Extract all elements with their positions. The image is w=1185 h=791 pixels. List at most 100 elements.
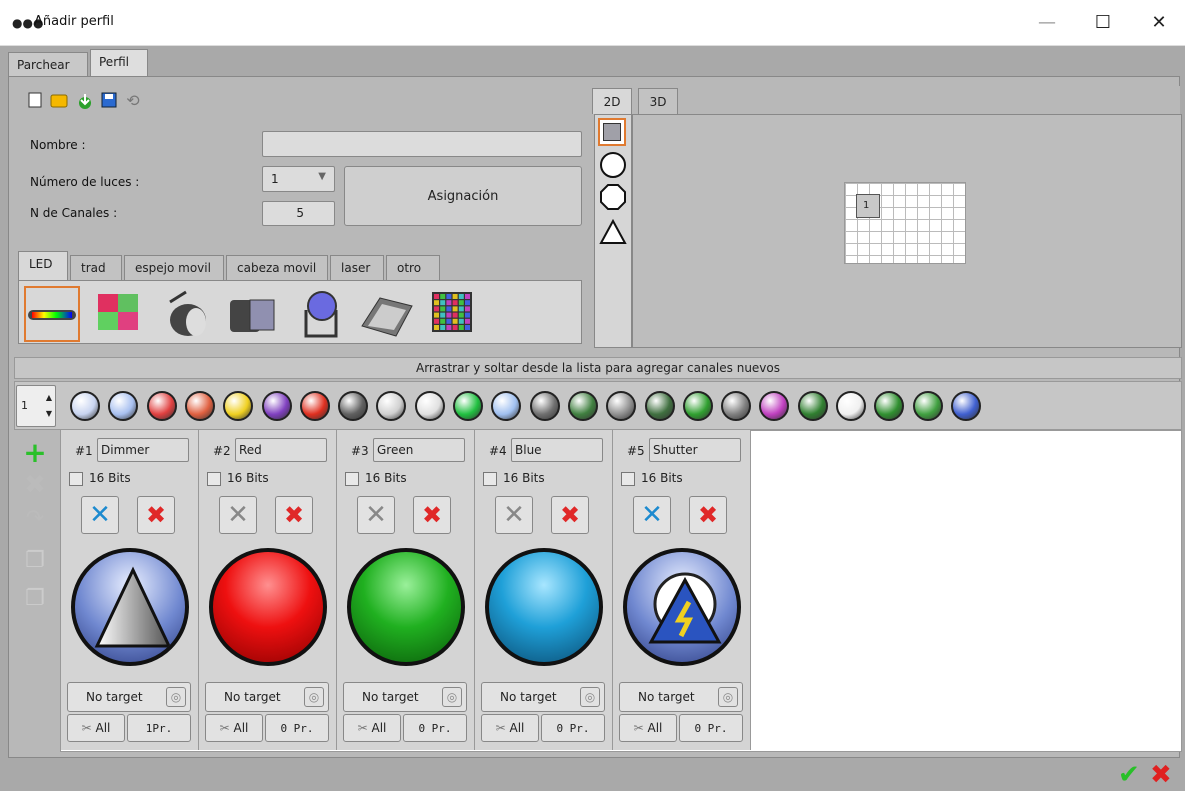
name-input[interactable] xyxy=(262,131,582,157)
intensity-icon[interactable] xyxy=(70,391,100,421)
presets-button[interactable]: 0 Pr. xyxy=(541,714,605,742)
gobo-wheel-icon[interactable] xyxy=(606,391,637,421)
presets-button[interactable]: 1Pr. xyxy=(127,714,191,742)
channel-settings-button[interactable]: ✕ xyxy=(81,496,119,534)
16-bits-checkbox[interactable] xyxy=(483,472,497,486)
channel-delete-button[interactable]: ✖ xyxy=(413,496,451,534)
gobo-icon[interactable] xyxy=(529,391,560,421)
channel-name-input[interactable]: Red xyxy=(235,438,327,462)
iris-icon[interactable] xyxy=(414,391,445,421)
tab-perfil[interactable]: Perfil xyxy=(90,49,148,76)
color-mix-icon[interactable] xyxy=(453,391,483,421)
lights-select[interactable]: 1 ▼ xyxy=(262,166,335,192)
channel-name-input[interactable]: Blue xyxy=(511,438,603,462)
frost-icon[interactable] xyxy=(682,391,713,421)
minimize-button[interactable]: — xyxy=(1024,8,1070,38)
apply-all-button[interactable]: ✂ All xyxy=(481,714,539,742)
cancel-button[interactable]: ✖ xyxy=(1150,760,1172,790)
light-spinner[interactable]: 1 ▲ ▼ xyxy=(16,385,56,427)
cmy-icon[interactable] xyxy=(223,391,254,421)
color-temp-icon[interactable] xyxy=(299,391,330,421)
assign-button[interactable]: Asignación xyxy=(344,166,582,226)
16-bits-checkbox[interactable] xyxy=(345,472,359,486)
paste-icon[interactable]: ❐ xyxy=(22,586,48,612)
apply-all-button[interactable]: ✂ All xyxy=(205,714,263,742)
download-icon[interactable] xyxy=(76,92,94,110)
led-matrix-icon[interactable] xyxy=(428,286,484,342)
close-button[interactable]: ✕ xyxy=(1136,8,1182,38)
led-wash-panel-icon[interactable] xyxy=(356,286,413,342)
channel-name-input[interactable]: Dimmer xyxy=(97,438,189,462)
tab-parchear[interactable]: Parchear xyxy=(8,52,88,76)
target-field[interactable]: No target ◎ xyxy=(343,682,467,712)
save-icon[interactable] xyxy=(100,92,118,110)
channel-type-icon[interactable] xyxy=(209,548,327,666)
channel-type-icon[interactable] xyxy=(71,548,189,666)
presets-button[interactable]: 0 Pr. xyxy=(265,714,329,742)
tab-espejo-movil[interactable]: espejo movil xyxy=(124,255,224,280)
target-field[interactable]: No target ◎ xyxy=(67,682,191,712)
tab-cabeza-movil[interactable]: cabeza movil xyxy=(226,255,328,280)
hash-icon[interactable] xyxy=(912,391,943,421)
channel-name-input[interactable]: Green xyxy=(373,438,465,462)
channel-delete-button[interactable]: ✖ xyxy=(551,496,589,534)
flood-light-icon[interactable] xyxy=(224,286,280,342)
channel-name-input[interactable]: Shutter xyxy=(649,438,741,462)
led-bar-icon[interactable] xyxy=(24,286,80,342)
rgb-icon[interactable] xyxy=(146,391,177,421)
channel-type-icon[interactable] xyxy=(347,548,465,666)
octagon-shape-icon[interactable] xyxy=(599,183,627,211)
channels-count-field[interactable]: 5 xyxy=(262,201,335,226)
target-field[interactable]: No target ◎ xyxy=(619,682,743,712)
triangle-shape-icon[interactable] xyxy=(599,218,627,246)
presets-button[interactable]: 0 Pr. xyxy=(679,714,743,742)
tab-3d[interactable]: 3D xyxy=(638,88,678,114)
open-folder-icon[interactable] xyxy=(50,92,68,110)
gobo-rotate-icon[interactable] xyxy=(567,391,598,421)
copy-icon[interactable]: ❐ xyxy=(22,548,48,574)
help-icon[interactable] xyxy=(950,391,981,421)
16-bits-checkbox[interactable] xyxy=(621,472,635,486)
tab-laser[interactable]: laser xyxy=(330,255,384,280)
remove-channel-icon[interactable]: ✖ xyxy=(22,472,48,498)
channel-settings-button[interactable]: ✕ xyxy=(495,496,533,534)
16-bits-checkbox[interactable] xyxy=(69,472,83,486)
undo-icon[interactable]: ↷ xyxy=(22,506,48,532)
prism-icon[interactable] xyxy=(644,391,675,421)
maximize-button[interactable]: ☐ xyxy=(1080,8,1126,38)
effect-icon[interactable] xyxy=(721,391,752,421)
par-can-icon[interactable] xyxy=(156,286,212,342)
confirm-button[interactable]: ✔ xyxy=(1118,760,1140,790)
square-shape-icon[interactable] xyxy=(598,118,626,146)
color-wheel-icon[interactable] xyxy=(261,391,292,421)
channel-settings-button[interactable]: ✕ xyxy=(219,496,257,534)
channel-delete-button[interactable]: ✖ xyxy=(275,496,313,534)
channel-delete-button[interactable]: ✖ xyxy=(689,496,727,534)
tab-2d[interactable]: 2D xyxy=(592,88,632,114)
channel-type-icon[interactable] xyxy=(623,548,741,666)
apply-all-button[interactable]: ✂ All xyxy=(343,714,401,742)
channel-delete-button[interactable]: ✖ xyxy=(137,496,175,534)
refresh-icon[interactable]: ⟲ xyxy=(124,92,142,110)
light-cell[interactable]: 1 xyxy=(856,194,880,218)
channel-type-icon[interactable] xyxy=(485,548,603,666)
rgbw-icon[interactable] xyxy=(184,391,215,421)
led-panel-icon[interactable] xyxy=(94,286,150,342)
channel-settings-button[interactable]: ✕ xyxy=(357,496,395,534)
speed-icon[interactable] xyxy=(338,391,369,421)
channel-settings-button[interactable]: ✕ xyxy=(633,496,671,534)
moving-head-icon[interactable] xyxy=(296,286,352,342)
target-field[interactable]: No target ◎ xyxy=(205,682,329,712)
apply-all-button[interactable]: ✂ All xyxy=(619,714,677,742)
target-field[interactable]: No target ◎ xyxy=(481,682,605,712)
tab-otro[interactable]: otro xyxy=(386,255,440,280)
tab-trad[interactable]: trad xyxy=(70,255,122,280)
add-channel-icon[interactable]: + xyxy=(22,439,48,467)
rotation-icon[interactable] xyxy=(797,391,828,421)
apply-all-button[interactable]: ✂ All xyxy=(67,714,125,742)
presets-button[interactable]: 0 Pr. xyxy=(403,714,467,742)
new-file-icon[interactable] xyxy=(26,92,44,110)
pie-icon[interactable] xyxy=(836,391,866,421)
circle-shape-icon[interactable] xyxy=(599,151,627,179)
tab-led[interactable]: LED xyxy=(18,251,68,281)
